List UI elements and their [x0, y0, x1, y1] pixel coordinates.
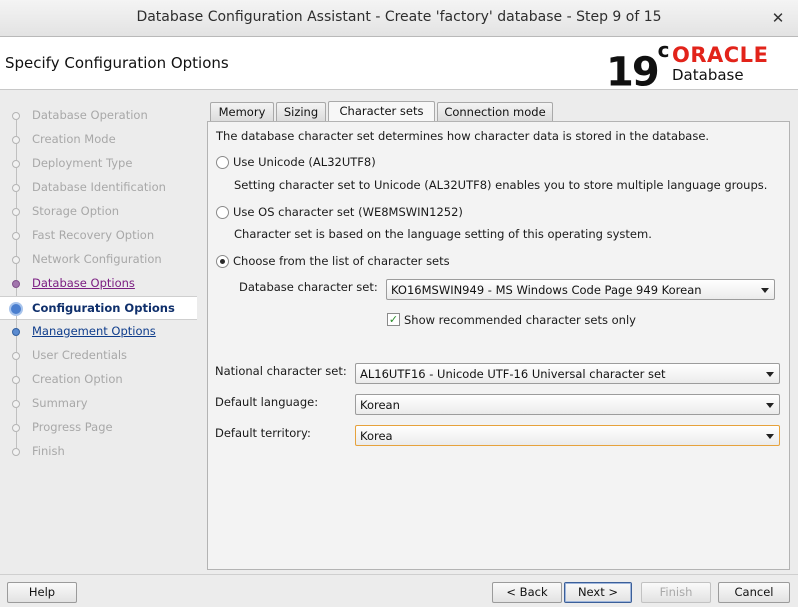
back-button[interactable]: < Back	[492, 582, 562, 603]
character-sets-panel: The database character set determines ho…	[207, 121, 790, 570]
sidebar-step-label: Configuration Options	[32, 301, 175, 315]
step-indicator-icon	[12, 184, 20, 192]
show-recommended-checkbox[interactable]: ✓	[387, 313, 400, 326]
step-indicator-icon	[12, 328, 20, 336]
finish-button[interactable]: Finish	[641, 582, 711, 603]
tab-memory[interactable]: Memory	[210, 102, 274, 121]
unicode-label[interactable]: Use Unicode (AL32UTF8)	[233, 155, 376, 169]
sidebar-step-label: Management Options	[32, 324, 156, 338]
sidebar-step[interactable]: Configuration Options	[0, 296, 197, 329]
step-indicator-icon	[12, 280, 20, 288]
tab-connection-mode[interactable]: Connection mode	[437, 102, 553, 121]
step-navigation: Database Operation Creation Mode Deploymen…	[0, 90, 197, 570]
default-language-select[interactable]: Korean	[355, 394, 780, 415]
step-indicator-icon	[12, 160, 20, 168]
step-indicator-icon	[12, 232, 20, 240]
sidebar-step-label: Creation Option	[32, 372, 123, 386]
help-button[interactable]: Help	[7, 582, 77, 603]
sidebar-step-label: Summary	[32, 396, 88, 410]
sidebar-step: Deployment Type	[0, 152, 197, 184]
step-indicator-icon	[12, 136, 20, 144]
default-territory-label: Default territory:	[215, 426, 311, 440]
sidebar-step: Progress Page	[0, 416, 197, 448]
chevron-down-icon	[766, 403, 774, 408]
window-title: Database Configuration Assistant - Creat…	[136, 9, 662, 25]
next-button[interactable]: Next >	[564, 582, 632, 603]
db-charset-value: KO16MSWIN949 - MS Windows Code Page 949 …	[391, 283, 702, 297]
unicode-description: Setting character set to Unicode (AL32UT…	[234, 178, 768, 192]
os-charset-radio[interactable]	[216, 206, 229, 219]
sidebar-step-label: Database Options	[32, 276, 135, 290]
tab-sizing[interactable]: Sizing	[276, 102, 326, 121]
default-language-label: Default language:	[215, 395, 319, 409]
sidebar-step: Summary	[0, 392, 197, 424]
intro-text: The database character set determines ho…	[216, 129, 710, 143]
step-indicator-icon	[12, 400, 20, 408]
chevron-down-icon	[766, 434, 774, 439]
default-language-value: Korean	[360, 398, 400, 412]
show-recommended-label[interactable]: Show recommended character sets only	[404, 313, 636, 327]
default-territory-select[interactable]: Korea	[355, 425, 780, 446]
sidebar-step-label: Creation Mode	[32, 132, 116, 146]
step-indicator-icon	[12, 448, 20, 456]
unicode-radio[interactable]	[216, 156, 229, 169]
chevron-down-icon	[761, 288, 769, 293]
sidebar-step[interactable]: Database Options	[0, 272, 197, 304]
os-charset-label[interactable]: Use OS character set (WE8MSWIN1252)	[233, 205, 463, 219]
national-charset-label: National character set:	[215, 364, 347, 378]
sidebar-step: Creation Option	[0, 368, 197, 400]
logo-product: Database	[672, 66, 744, 84]
close-icon[interactable]: ✕	[768, 8, 788, 28]
sidebar-step[interactable]: Management Options	[0, 320, 197, 352]
sidebar-step-label: Database Operation	[32, 108, 148, 122]
db-charset-select[interactable]: KO16MSWIN949 - MS Windows Code Page 949 …	[386, 279, 775, 300]
tab-character-sets[interactable]: Character sets	[328, 101, 435, 122]
sidebar-step: User Credentials	[0, 344, 197, 376]
step-indicator-icon	[12, 424, 20, 432]
sidebar-step-label: User Credentials	[32, 348, 128, 362]
step-indicator-icon	[12, 256, 20, 264]
sidebar-step: Creation Mode	[0, 128, 197, 160]
sidebar-step-label: Deployment Type	[32, 156, 133, 170]
os-charset-description: Character set is based on the language s…	[234, 227, 652, 241]
main-content: Memory Sizing Character sets Connection …	[207, 98, 790, 570]
choose-list-label[interactable]: Choose from the list of character sets	[233, 254, 450, 268]
sidebar-step-label: Progress Page	[32, 420, 113, 434]
chevron-down-icon	[766, 372, 774, 377]
national-charset-select[interactable]: AL16UTF16 - Unicode UTF-16 Universal cha…	[355, 363, 780, 384]
step-indicator-icon	[9, 302, 23, 316]
oracle-logo: 19c ORACLE Database	[606, 38, 786, 94]
step-indicator-icon	[12, 112, 20, 120]
sidebar-step-label: Storage Option	[32, 204, 120, 218]
cancel-button[interactable]: Cancel	[718, 582, 790, 603]
choose-list-radio[interactable]	[216, 255, 229, 268]
sidebar-step: Finish	[0, 440, 197, 464]
step-indicator-icon	[12, 208, 20, 216]
footer-divider	[0, 574, 798, 575]
sidebar-step-label: Network Configuration	[32, 252, 162, 266]
sidebar-step-label: Finish	[32, 444, 65, 458]
sidebar-step: Storage Option	[0, 200, 197, 232]
sidebar-step: Fast Recovery Option	[0, 224, 197, 256]
window-titlebar: Database Configuration Assistant - Creat…	[0, 0, 798, 37]
page-header: Specify Configuration Options 19c ORACLE…	[0, 37, 798, 94]
sidebar-step: Database Identification	[0, 176, 197, 208]
db-charset-label: Database character set:	[239, 280, 378, 294]
national-charset-value: AL16UTF16 - Unicode UTF-16 Universal cha…	[360, 367, 666, 381]
sidebar-step-label: Fast Recovery Option	[32, 228, 155, 242]
step-indicator-icon	[12, 376, 20, 384]
sidebar-step: Database Operation	[0, 104, 197, 136]
logo-brand: ORACLE	[672, 43, 769, 67]
page-title: Specify Configuration Options	[5, 54, 229, 72]
sidebar-step-label: Database Identification	[32, 180, 166, 194]
default-territory-value: Korea	[360, 429, 393, 443]
logo-version: 19c	[606, 38, 670, 96]
sidebar-step: Network Configuration	[0, 248, 197, 280]
step-indicator-icon	[12, 352, 20, 360]
